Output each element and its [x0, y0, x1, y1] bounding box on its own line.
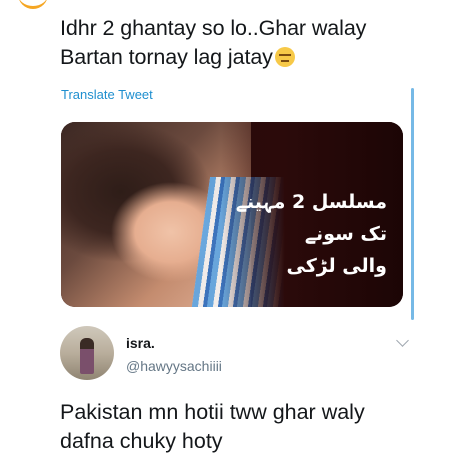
- top-avatar-fragment: [18, 0, 48, 9]
- reply-text-line-1: Pakistan mn hotii tww ghar waly: [60, 400, 365, 424]
- media-overlay-line-1: مسلسل 2 مہینے تک سونے: [235, 191, 387, 245]
- avatar[interactable]: [60, 326, 114, 380]
- media-overlay-line-2: والی لڑکی: [286, 255, 387, 277]
- tweet-text: Idhr 2 ghantay so lo..Ghar walay Bartan …: [60, 14, 430, 72]
- tweet-text-line-1: Idhr 2 ghantay so lo..Ghar walay: [60, 16, 367, 40]
- reply-display-name[interactable]: isra.: [126, 335, 155, 351]
- reply-handle[interactable]: @hawyysachiiii: [126, 358, 222, 374]
- tweet-text-line-2-text: Bartan tornay lag jatay: [60, 45, 273, 69]
- translate-tweet-link[interactable]: Translate Tweet: [61, 87, 153, 102]
- tweet-text-line-2: Bartan tornay lag jatay: [60, 43, 430, 72]
- media-overlay-text: مسلسل 2 مہینے تک سونے والی لڑکی: [217, 186, 387, 282]
- chevron-down-icon[interactable]: [396, 334, 409, 347]
- reply-text: Pakistan mn hotii tww ghar waly dafna ch…: [60, 398, 440, 456]
- reply-text-line-2: dafna chuky hoty: [60, 429, 223, 453]
- tweet-media-image[interactable]: مسلسل 2 مہینے تک سونے والی لڑکی: [61, 122, 403, 307]
- avatar-figure: [80, 338, 94, 374]
- scroll-indicator[interactable]: [411, 88, 414, 320]
- unamused-face-icon: [274, 47, 295, 67]
